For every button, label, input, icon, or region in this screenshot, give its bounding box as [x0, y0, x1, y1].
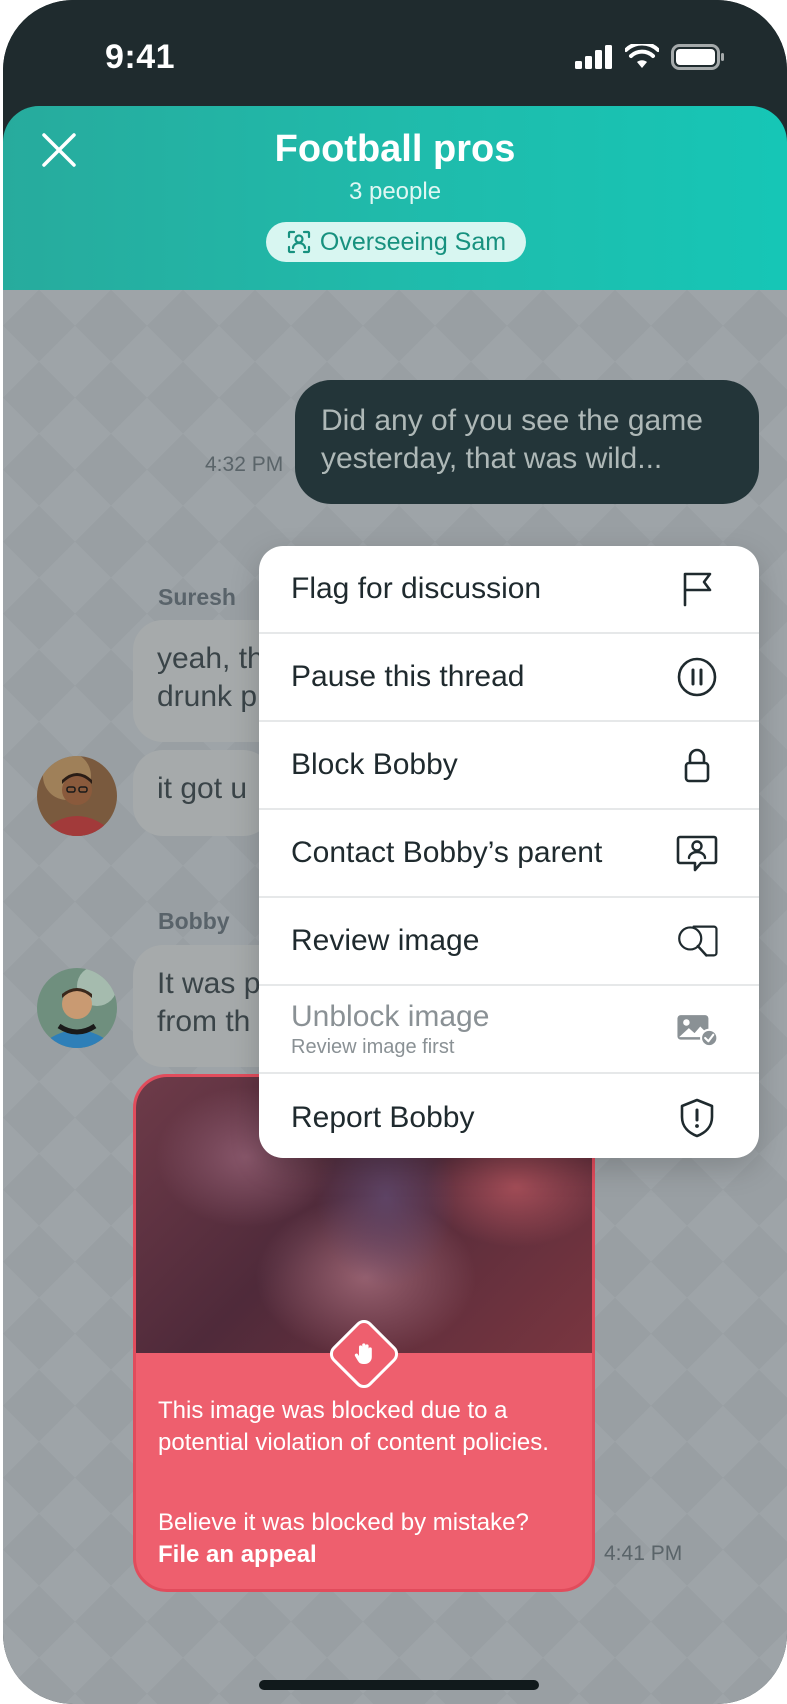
hand-stop-icon [354, 1343, 372, 1364]
menu-item-contact-parent[interactable]: Contact Bobby’s parent [259, 810, 759, 898]
appeal-question: Believe it was blocked by mistake? [158, 1509, 529, 1536]
menu-item-label: Review image [291, 924, 480, 957]
sender-name-suresh: Suresh [158, 584, 236, 610]
message-text: Did any of you see the game yesterday, t… [321, 404, 703, 475]
blocked-notice: This image was blocked due to a potentia… [158, 1397, 549, 1456]
avatar-suresh-image [37, 756, 117, 836]
menu-item-label: Report Bobby [291, 1101, 475, 1134]
group-member-count: 3 people [348, 178, 442, 205]
menu-item-pause-thread[interactable]: Pause this thread [259, 634, 759, 722]
message-text: from th [157, 1005, 251, 1038]
message-text: it got u [157, 772, 248, 805]
sender-name-bobby: Bobby [158, 908, 230, 934]
menu-item-unblock-image[interactable]: Unblock image Review image first [259, 986, 759, 1074]
avatar-suresh[interactable] [37, 756, 117, 836]
status-time: 9:41 [105, 38, 176, 76]
menu-item-sublabel: Review image first [291, 1035, 455, 1058]
menu-item-review-image[interactable]: Review image [259, 898, 759, 986]
avatar-bobby[interactable] [37, 968, 117, 1048]
pause-circle-icon [675, 655, 719, 699]
menu-item-label: Pause this thread [291, 660, 525, 693]
menu-item-block-user[interactable]: Block Bobby [259, 722, 759, 810]
message-text: yeah, th [157, 642, 264, 675]
group-title: Football pros [274, 128, 516, 170]
menu-item-label: Block Bobby [291, 748, 458, 781]
review-image-icon [675, 919, 719, 963]
wifi-icon [625, 44, 659, 68]
supervisor-icon [287, 230, 310, 254]
menu-item-text: Unblock image Review image first [291, 1000, 489, 1059]
message-context-menu: Flag for discussion Pause this thread Bl… [259, 546, 759, 1158]
avatar-bobby-image [37, 968, 117, 1048]
contact-parent-icon [675, 831, 719, 875]
lock-icon [675, 743, 719, 787]
battery-icon [671, 44, 724, 70]
menu-item-label: Contact Bobby’s parent [291, 836, 603, 869]
outgoing-message-bubble[interactable]: Did any of you see the game yesterday, t… [295, 380, 759, 504]
phone-screen: 9:41 Football pros 3 people Overseeing S… [3, 0, 787, 1704]
message-text: It was p [157, 967, 261, 1000]
overseeing-badge[interactable]: Overseeing Sam [266, 222, 526, 262]
overseeing-label: Overseeing Sam [319, 227, 507, 256]
shield-alert-icon [675, 1096, 719, 1140]
menu-item-label: Flag for discussion [291, 572, 542, 605]
unblock-image-icon [675, 1007, 719, 1051]
menu-item-flag-for-discussion[interactable]: Flag for discussion [259, 546, 759, 634]
file-appeal-link[interactable]: File an appeal [158, 1539, 578, 1571]
flag-icon [675, 567, 719, 611]
status-icons [575, 44, 725, 70]
message-time: 4:32 PM [205, 453, 284, 476]
message-time: 4:41 PM [604, 1542, 683, 1565]
status-bar: 9:41 [3, 0, 787, 110]
appeal-section: Believe it was blocked by mistake? File … [158, 1507, 578, 1571]
message-text: drunk p [157, 680, 258, 713]
menu-item-report-user[interactable]: Report Bobby [259, 1074, 759, 1158]
cellular-signal-icon [575, 45, 612, 69]
incoming-message-bubble[interactable]: it got u [133, 750, 273, 836]
home-indicator[interactable] [259, 1680, 539, 1690]
menu-item-label: Unblock image [291, 999, 490, 1033]
